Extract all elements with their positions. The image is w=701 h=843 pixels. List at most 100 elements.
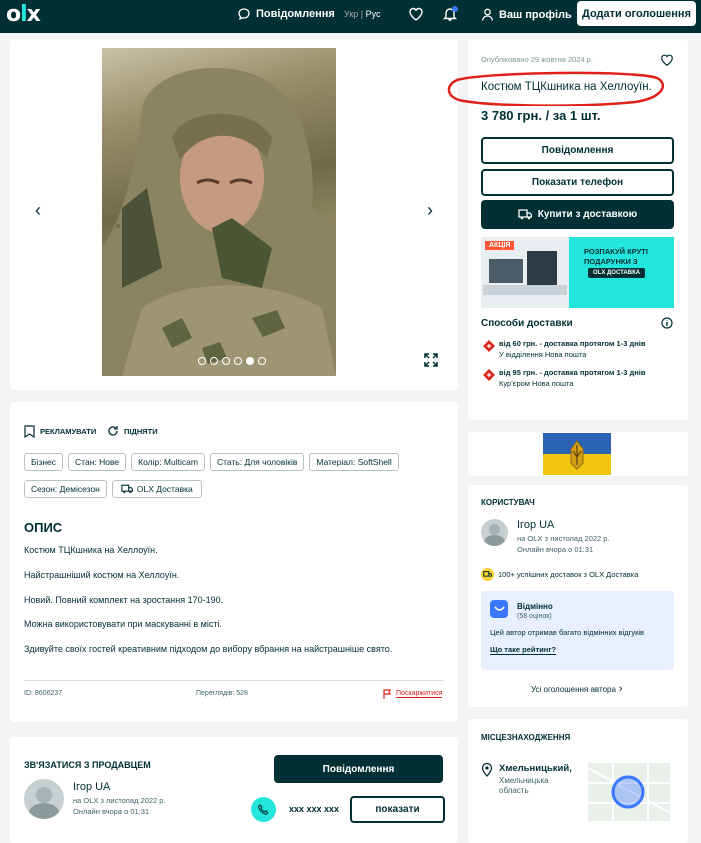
prev-photo-button[interactable]: ‹ [27,199,49,221]
nova-poshta-icon [483,369,495,381]
pagination-dot[interactable] [198,357,206,365]
view-count: Переглядів: 528 [196,690,248,697]
listing-price: 3 780 грн. / за 1 шт. [481,108,601,123]
user-online: Онлайн вчора о 01:31 [517,545,594,554]
seller-online: Онлайн вчора о 01:31 [73,807,150,816]
location-pin-icon [481,763,493,777]
user-since: на OLX з листопад 2022 р. [517,534,610,543]
raise-label: ПІДНЯТИ [124,426,158,436]
soldier-illustration [102,68,336,376]
tags-row-2: Сезон: Демісезон OLX Доставка [24,480,202,498]
profile-link[interactable]: Ваш профіль [481,8,572,21]
photo-pagination [198,357,266,365]
bookmark-icon [24,425,35,438]
listing-photo[interactable] [102,48,336,376]
delivery-desc-2: Кур'єром Нова пошта [499,379,574,388]
tag-gender[interactable]: Стать: Для чоловіків [209,453,305,471]
promo-text: РОЗПАКУЙ КРУТІ ПОДАРУНКИ З [584,247,648,266]
description-card [10,402,458,722]
phone-icon [251,797,276,822]
tag-business[interactable]: Бізнес [24,453,64,471]
promo-logo: OLX ДОСТАВКА [588,268,646,278]
info-icon[interactable] [661,317,673,329]
pagination-dot-active[interactable] [246,357,254,365]
ukraine-flag-image [543,433,611,475]
published-date: Опубліковано 29 жовтня 2024 р. [481,55,593,64]
top-bar: olx Повідомлення Укр | Рус Ваш профіль Д… [0,0,701,33]
tag-color[interactable]: Колір: Multicam [131,453,205,471]
message-button[interactable]: Повідомлення [481,137,674,164]
contact-heading: ЗВ'ЯЗАТИСЯ З ПРОДАВЦЕМ [24,760,151,770]
tag-olx-delivery[interactable]: OLX Доставка [111,480,202,498]
promote-link[interactable]: РЕКЛАМУВАТИ [24,425,96,438]
description-line: Новий. Повний комплект на зростання 170-… [24,595,224,605]
description-line: Найстрашніший костюм на Хеллоуїн. [24,570,180,580]
favorite-heart-icon[interactable] [660,53,674,67]
rating-text: Цей автор отримав багато відмінних відгу… [490,628,645,637]
pagination-dot[interactable] [234,357,242,365]
raise-link[interactable]: ПІДНЯТИ [107,425,158,437]
location-region-2: область [499,786,529,795]
rating-info-link[interactable]: Що таке рейтинг? [490,645,557,655]
contact-message-button[interactable]: Повідомлення [274,755,443,783]
description-line: Здивуйте своїх гостей креативним підходо… [24,644,393,654]
smile-icon [490,600,508,618]
bell-icon[interactable] [442,6,458,22]
show-phone-small-button[interactable]: показати [350,796,445,823]
next-photo-button[interactable]: › [419,199,441,221]
pagination-dot[interactable] [222,357,230,365]
user-heading: КОРИСТУВАЧ [481,498,535,507]
lang-separator: | [360,9,364,19]
location-map[interactable] [588,763,670,821]
heart-icon[interactable] [408,6,424,22]
tag-condition[interactable]: Стан: Нове [68,453,127,471]
show-phone-button[interactable]: Показати телефон [481,169,674,196]
promo-banner[interactable]: АКЦІЯ РОЗПАКУЙ КРУТІ ПОДАРУНКИ З OLX ДОС… [481,237,674,308]
promote-label: РЕКЛАМУВАТИ [40,427,97,436]
location-heading: МІСЦЕЗНАХОДЖЕННЯ [481,733,571,742]
promo-laptop [489,259,523,283]
language-switch[interactable]: Укр | Рус [344,9,381,19]
lang-ru[interactable]: Рус [366,9,381,19]
refresh-icon [108,426,118,436]
user-name[interactable]: Ігор UA [517,519,554,531]
divider [24,680,444,681]
truck-icon [518,209,532,220]
messages-link[interactable]: Повідомлення [238,8,335,20]
report-link[interactable]: Поскаржитися [383,689,443,699]
listing-title: Костюм ТЦКшника на Хеллоуїн. [481,81,652,93]
seller-name[interactable]: Ігор UA [73,781,110,793]
seller-avatar[interactable] [24,779,64,819]
description-heading: ОПИС [24,520,63,535]
messages-label: Повідомлення [256,8,335,20]
user-avatar[interactable] [481,519,508,546]
chat-icon [238,8,250,20]
report-label: Поскаржитися [396,690,443,698]
pagination-dot[interactable] [258,357,266,365]
fullscreen-icon[interactable] [424,353,438,367]
delivery-price-1: від 60 грн. - доставка протягом 1-3 днів [499,339,646,348]
pagination-dot[interactable] [210,357,218,365]
tag-material[interactable]: Матеріал: SoftShell [309,453,399,471]
tag-olx-delivery-label: OLX Доставка [136,484,193,494]
description-line: Костюм ТЦКшника на Хеллоуїн. [24,545,158,555]
promo-badge: АКЦІЯ [485,241,515,250]
promo-base [483,285,567,295]
listing-id: ID: 8606237 [24,690,63,697]
post-ad-button[interactable]: Додати оголошення [577,1,696,26]
location-city: Хмельницький, [499,763,572,774]
olx-logo[interactable]: olx [6,2,41,27]
masked-phone: xxx xxx xxx [289,804,340,814]
lang-ua[interactable]: Укр [344,9,358,19]
nova-poshta-icon [483,340,495,352]
buy-with-delivery-button[interactable]: Купити з доставкою [481,200,674,229]
rating-title: Відмінно [517,602,553,611]
description-line: Можна використовувати при маскуванні в м… [24,619,222,629]
tag-season[interactable]: Сезон: Демісезон [24,480,107,498]
all-ads-link[interactable]: Усі оголошення автора › [531,683,623,695]
tags-row-1: Бізнес Стан: Нове Колір: Multicam Стать:… [24,453,399,471]
delivery-price-2: від 95 грн. - доставка протягом 1-3 днів [499,368,646,377]
seller-since: на OLX з листопад 2022 р. [73,796,166,805]
rating-count: (58 оцінок) [517,613,552,620]
truck-icon [121,484,133,494]
